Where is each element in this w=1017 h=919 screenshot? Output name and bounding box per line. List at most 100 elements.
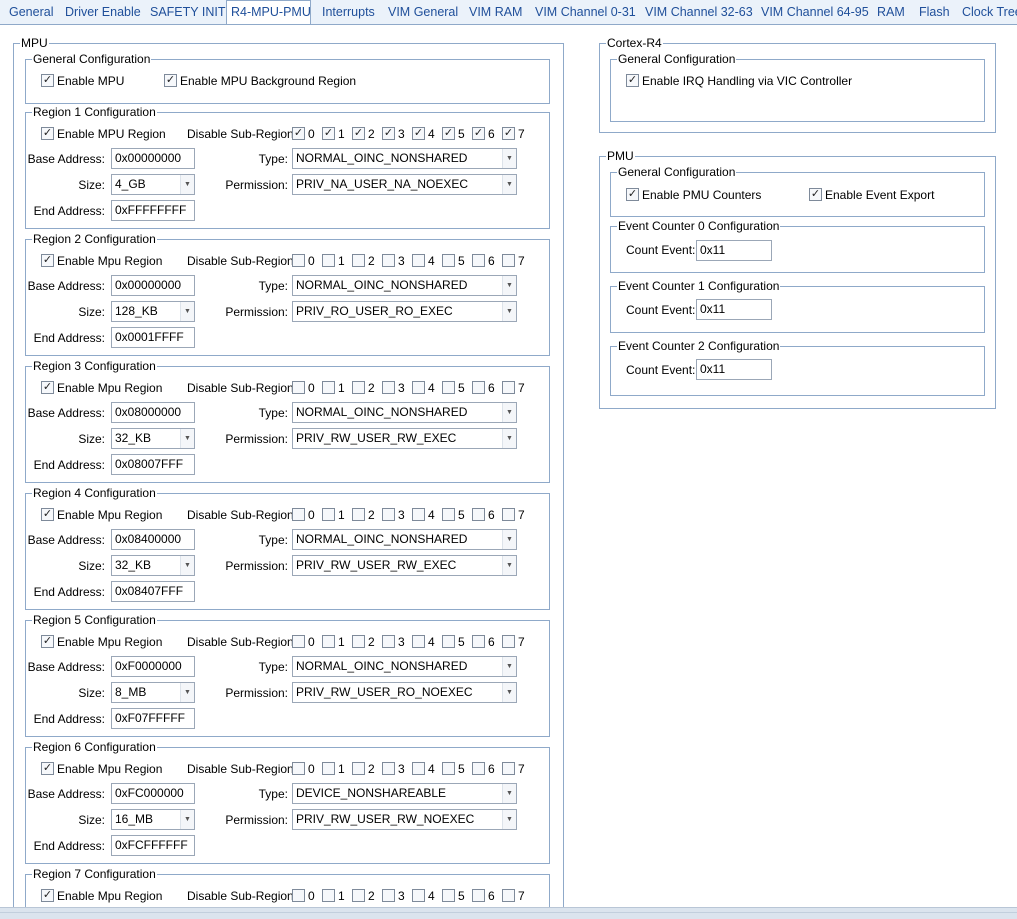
sub-region-5-checkbox[interactable] xyxy=(442,889,455,902)
sub-region-1-checkbox[interactable] xyxy=(322,762,335,775)
sub-region-3-checkbox[interactable] xyxy=(382,889,395,902)
type-select[interactable]: NORMAL_OINC_NONSHARED ▼ xyxy=(292,148,517,169)
enable-region-checkbox[interactable]: ✓ xyxy=(41,762,54,775)
sub-region-7-checkbox[interactable] xyxy=(502,381,515,394)
enable-region-checkbox[interactable]: ✓ xyxy=(41,635,54,648)
size-select[interactable]: 32_KB ▼ xyxy=(111,555,195,576)
sub-region-4-checkbox[interactable] xyxy=(412,889,425,902)
sub-region-3-checkbox[interactable] xyxy=(382,762,395,775)
permission-select[interactable]: PRIV_RW_USER_RW_NOEXEC ▼ xyxy=(292,809,517,830)
sub-region-3-checkbox[interactable] xyxy=(382,254,395,267)
sub-region-2-checkbox[interactable] xyxy=(352,635,365,648)
end-address-input[interactable]: 0xF07FFFFF xyxy=(111,708,195,729)
sub-region-2-checkbox[interactable] xyxy=(352,254,365,267)
size-select[interactable]: 8_MB ▼ xyxy=(111,682,195,703)
sub-region-7-checkbox[interactable] xyxy=(502,254,515,267)
end-address-input[interactable]: 0xFFFFFFFF xyxy=(111,200,195,221)
sub-region-5-checkbox[interactable] xyxy=(442,381,455,394)
sub-region-1-checkbox[interactable] xyxy=(322,254,335,267)
sub-region-1-checkbox[interactable] xyxy=(322,381,335,394)
sub-region-3-checkbox[interactable] xyxy=(382,508,395,521)
permission-select[interactable]: PRIV_NA_USER_NA_NOEXEC ▼ xyxy=(292,174,517,195)
sub-region-6-checkbox[interactable] xyxy=(472,762,485,775)
sub-region-6-checkbox[interactable] xyxy=(472,508,485,521)
sub-region-3-checkbox[interactable] xyxy=(382,635,395,648)
permission-select[interactable]: PRIV_RW_USER_RW_EXEC ▼ xyxy=(292,428,517,449)
end-address-input[interactable]: 0xFCFFFFFF xyxy=(111,835,195,856)
size-select[interactable]: 32_KB ▼ xyxy=(111,428,195,449)
enable-mpu-checkbox[interactable]: ✓ xyxy=(41,74,54,87)
sub-region-2-checkbox[interactable] xyxy=(352,762,365,775)
sub-region-4-checkbox[interactable] xyxy=(412,254,425,267)
sub-region-2-checkbox[interactable] xyxy=(352,381,365,394)
sub-region-2-checkbox[interactable] xyxy=(352,508,365,521)
type-select[interactable]: NORMAL_OINC_NONSHARED ▼ xyxy=(292,656,517,677)
size-select[interactable]: 16_MB ▼ xyxy=(111,809,195,830)
sub-region-4-checkbox[interactable] xyxy=(412,381,425,394)
sub-region-5-checkbox[interactable] xyxy=(442,254,455,267)
sub-region-4-checkbox[interactable]: ✓ xyxy=(412,127,425,140)
base-address-input[interactable]: 0x08400000 xyxy=(111,529,195,550)
sub-region-0-checkbox[interactable] xyxy=(292,635,305,648)
type-select[interactable]: NORMAL_OINC_NONSHARED ▼ xyxy=(292,402,517,423)
count-event-0-input[interactable]: 0x11 xyxy=(696,240,772,261)
sub-region-4-checkbox[interactable] xyxy=(412,762,425,775)
base-address-input[interactable]: 0xFC000000 xyxy=(111,783,195,804)
permission-select[interactable]: PRIV_RW_USER_RW_EXEC ▼ xyxy=(292,555,517,576)
sub-region-1-checkbox[interactable] xyxy=(322,635,335,648)
sub-region-0-checkbox[interactable] xyxy=(292,254,305,267)
sub-region-5-checkbox[interactable] xyxy=(442,635,455,648)
enable-region-checkbox[interactable]: ✓ xyxy=(41,381,54,394)
tab-interrupts[interactable]: Interrupts xyxy=(322,1,375,24)
end-address-input[interactable]: 0x08407FFF xyxy=(111,581,195,602)
sub-region-6-checkbox[interactable]: ✓ xyxy=(472,127,485,140)
size-select[interactable]: 4_GB ▼ xyxy=(111,174,195,195)
size-select[interactable]: 128_KB ▼ xyxy=(111,301,195,322)
enable-region-checkbox[interactable]: ✓ xyxy=(41,889,54,902)
sub-region-4-checkbox[interactable] xyxy=(412,635,425,648)
sub-region-7-checkbox[interactable] xyxy=(502,762,515,775)
type-select[interactable]: NORMAL_OINC_NONSHARED ▼ xyxy=(292,529,517,550)
sub-region-2-checkbox[interactable] xyxy=(352,889,365,902)
tab-clock-tree[interactable]: Clock Tree xyxy=(962,1,1017,24)
sub-region-3-checkbox[interactable]: ✓ xyxy=(382,127,395,140)
tab-driver-enable[interactable]: Driver Enable xyxy=(65,1,141,24)
tab-vim-ram[interactable]: VIM RAM xyxy=(469,1,522,24)
enable-pmu-counters-checkbox[interactable]: ✓ xyxy=(626,188,639,201)
sub-region-6-checkbox[interactable] xyxy=(472,889,485,902)
sub-region-5-checkbox[interactable]: ✓ xyxy=(442,127,455,140)
type-select[interactable]: NORMAL_OINC_NONSHARED ▼ xyxy=(292,275,517,296)
sub-region-6-checkbox[interactable] xyxy=(472,254,485,267)
sub-region-3-checkbox[interactable] xyxy=(382,381,395,394)
end-address-input[interactable]: 0x0001FFFF xyxy=(111,327,195,348)
base-address-input[interactable]: 0x00000000 xyxy=(111,275,195,296)
permission-select[interactable]: PRIV_RO_USER_RO_EXEC ▼ xyxy=(292,301,517,322)
tab-r4-mpu-pmu[interactable]: R4-MPU-PMU xyxy=(226,0,311,24)
sub-region-7-checkbox[interactable] xyxy=(502,889,515,902)
enable-region-checkbox[interactable]: ✓ xyxy=(41,127,54,140)
tab-ram[interactable]: RAM xyxy=(877,1,905,24)
count-event-1-input[interactable]: 0x11 xyxy=(696,299,772,320)
sub-region-1-checkbox[interactable] xyxy=(322,889,335,902)
sub-region-7-checkbox[interactable]: ✓ xyxy=(502,127,515,140)
sub-region-1-checkbox[interactable]: ✓ xyxy=(322,127,335,140)
sub-region-7-checkbox[interactable] xyxy=(502,635,515,648)
sub-region-5-checkbox[interactable] xyxy=(442,762,455,775)
enable-event-export-checkbox[interactable]: ✓ xyxy=(809,188,822,201)
end-address-input[interactable]: 0x08007FFF xyxy=(111,454,195,475)
sub-region-6-checkbox[interactable] xyxy=(472,635,485,648)
permission-select[interactable]: PRIV_RW_USER_RO_NOEXEC ▼ xyxy=(292,682,517,703)
type-select[interactable]: DEVICE_NONSHAREABLE ▼ xyxy=(292,783,517,804)
enable-irq-vic-checkbox[interactable]: ✓ xyxy=(626,74,639,87)
base-address-input[interactable]: 0xF0000000 xyxy=(111,656,195,677)
sub-region-4-checkbox[interactable] xyxy=(412,508,425,521)
enable-mpu-background-checkbox[interactable]: ✓ xyxy=(164,74,177,87)
tab-vim-channel-32-63[interactable]: VIM Channel 32-63 xyxy=(645,1,753,24)
sub-region-7-checkbox[interactable] xyxy=(502,508,515,521)
tab-vim-channel-0-31[interactable]: VIM Channel 0-31 xyxy=(535,1,636,24)
base-address-input[interactable]: 0x08000000 xyxy=(111,402,195,423)
sub-region-0-checkbox[interactable] xyxy=(292,889,305,902)
tab-general[interactable]: General xyxy=(9,1,53,24)
tab-flash[interactable]: Flash xyxy=(919,1,950,24)
tab-vim-channel-64-95[interactable]: VIM Channel 64-95 xyxy=(761,1,869,24)
